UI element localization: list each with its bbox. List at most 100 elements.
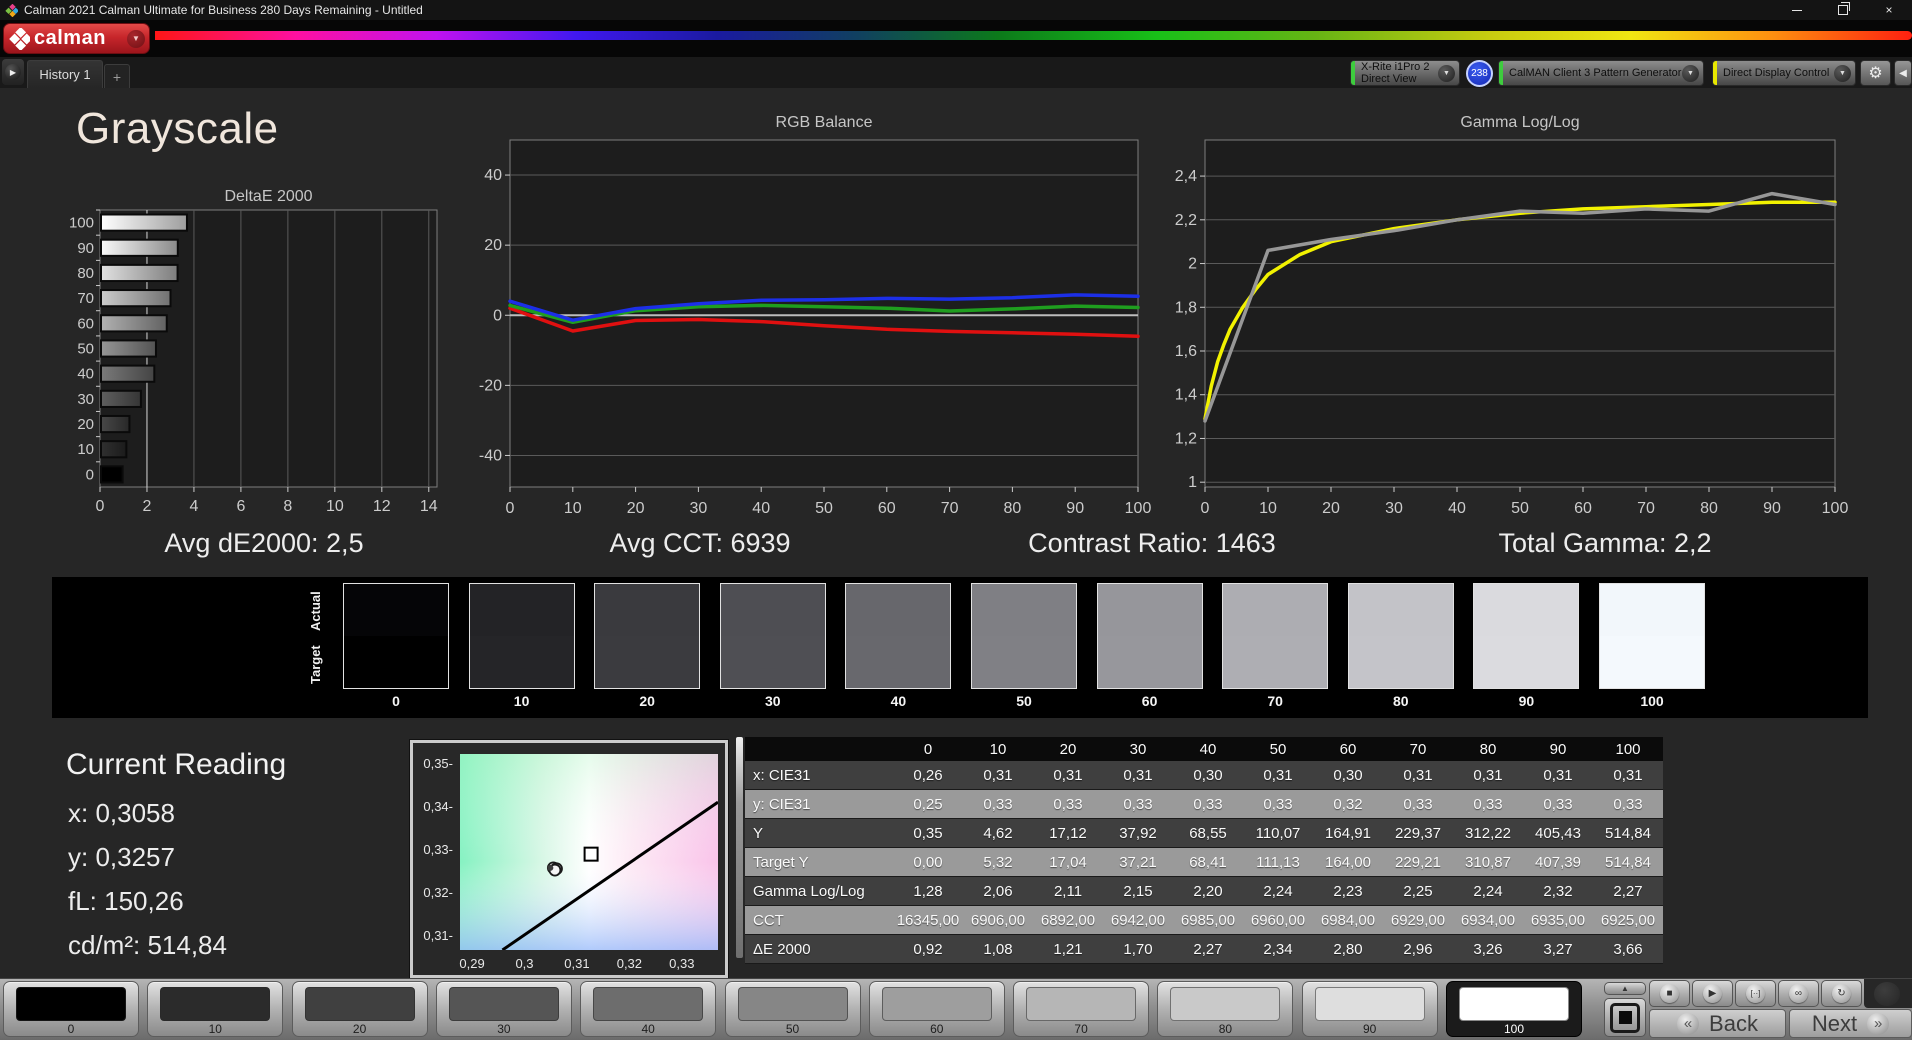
pattern-label-60: 60 <box>930 1022 944 1036</box>
swatch-70-actual <box>1223 584 1328 636</box>
swatch-70-target <box>1223 636 1328 688</box>
chevron-down-icon: ▼ <box>1443 69 1450 77</box>
table-scrollbar[interactable] <box>736 737 743 958</box>
pattern-control-bar: 0 10 20 30 40 50 60 70 80 90 100 ▲ ■ ▶ [… <box>0 978 1912 1040</box>
source-select-button[interactable]: CalMAN Client 3 Pattern Generator ▼ <box>1498 60 1704 86</box>
next-button[interactable]: Next » <box>1789 1009 1912 1038</box>
target-row-label: Target <box>308 645 323 685</box>
page-title: Grayscale <box>76 104 279 153</box>
swatch-40-actual <box>846 584 951 636</box>
swatch-30-target <box>720 636 825 688</box>
row-label: Gamma Log/Log <box>745 876 893 906</box>
pattern-button-50[interactable]: 50 <box>724 981 861 1037</box>
deltae-bar-20 <box>100 414 131 434</box>
pattern-swatch-50 <box>737 987 848 1021</box>
pattern-window-button[interactable] <box>1604 998 1646 1037</box>
rgb_balance-ytick: -20 <box>479 377 502 394</box>
rgb_balance-ytick: 0 <box>493 307 502 324</box>
close-button[interactable]: × <box>1866 0 1912 20</box>
deltae-bar-10 <box>100 440 128 459</box>
stop-button[interactable]: ■ <box>1649 980 1690 1007</box>
pattern-button-100[interactable]: 100 <box>1446 981 1582 1037</box>
pattern-swatch-70 <box>1026 987 1137 1021</box>
pattern-button-70[interactable]: 70 <box>1013 981 1150 1037</box>
gamma-ytick: 2,4 <box>1175 168 1197 185</box>
tab-history-1[interactable]: History 1 <box>27 60 103 88</box>
tab-bar: ▶ History 1 + X-Rite i1Pro 2 Direct View… <box>0 57 1912 88</box>
pattern-scroll-up-button[interactable]: ▲ <box>1604 982 1646 995</box>
pattern-button-60[interactable]: 60 <box>868 981 1005 1037</box>
swatch-label-0: 0 <box>392 693 400 709</box>
deltae-xtick: 4 <box>189 498 198 515</box>
refresh-button[interactable]: ↻ <box>1821 980 1862 1007</box>
table-cell: 2,80 <box>1313 934 1383 964</box>
pattern-button-0[interactable]: 0 <box>3 981 139 1037</box>
refresh-icon: ↻ <box>1837 988 1846 999</box>
deltae-bar-70 <box>100 289 172 308</box>
swatch-50 <box>971 583 1077 689</box>
gamma-xtick: 40 <box>1448 500 1466 517</box>
swatch-10-target <box>469 636 574 688</box>
table-cell: 2,25 <box>1383 876 1453 906</box>
pattern-button-80[interactable]: 80 <box>1157 981 1294 1037</box>
minimize-button[interactable] <box>1774 0 1820 20</box>
pattern-button-10[interactable]: 10 <box>147 981 284 1037</box>
cie-ytick: 0,31- <box>423 927 453 943</box>
swatch-0 <box>343 583 449 689</box>
table-cell: 0,26 <box>893 761 963 790</box>
table-row: Target Y 0,00 5,32 17,04 37,21 68,41 111,13 164… <box>745 847 1663 877</box>
table-cell: 0,31 <box>1593 761 1663 790</box>
calman-menu-button[interactable]: calman ▼ <box>3 23 150 54</box>
table-cell: 6960,00 <box>1243 905 1313 935</box>
deltae-ytick: 50 <box>77 341 94 358</box>
deltae-xtick: 12 <box>373 498 391 515</box>
table-col-header: 70 <box>1383 737 1453 761</box>
display-control-button[interactable]: Direct Display Control ▼ <box>1712 60 1856 86</box>
window-pattern-button[interactable]: [··] <box>1735 980 1776 1007</box>
deltae-bar-0 <box>100 465 124 484</box>
collapse-panel-button[interactable]: ◀ <box>1894 60 1912 86</box>
table-cell: 2,20 <box>1173 876 1243 906</box>
swatch-20 <box>594 583 701 689</box>
logo-bar: calman ▼ <box>0 20 1912 57</box>
table-cell: 0,92 <box>893 934 963 964</box>
arrow-up-icon: ▲ <box>1621 984 1629 993</box>
gamma-ytick: 1,8 <box>1175 299 1197 316</box>
arrow-right-icon: ▶ <box>9 67 17 77</box>
pattern-button-30[interactable]: 30 <box>435 981 572 1037</box>
pattern-button-90[interactable]: 90 <box>1301 981 1438 1037</box>
table-cell: 3,27 <box>1523 934 1593 964</box>
swatch-20-actual <box>595 584 700 636</box>
meter-status-stripe <box>1351 61 1355 85</box>
deltae-ytick: 20 <box>77 416 94 433</box>
restore-button[interactable] <box>1820 0 1866 20</box>
continuous-button[interactable]: ∞ <box>1778 980 1819 1007</box>
settings-button[interactable]: ⚙ <box>1860 60 1891 86</box>
pattern-button-40[interactable]: 40 <box>580 981 717 1037</box>
pattern-button-20[interactable]: 20 <box>291 981 428 1037</box>
deltae-xtick: 14 <box>420 498 438 515</box>
swatch-0-target <box>344 636 448 688</box>
swatch-label-100: 100 <box>1640 693 1664 709</box>
meter-select-button[interactable]: X-Rite i1Pro 2 Direct View ▼ <box>1350 60 1460 86</box>
add-tab-button[interactable]: + <box>104 64 130 88</box>
gamma-xtick: 30 <box>1385 500 1403 517</box>
deltae-bar-80 <box>100 263 179 283</box>
history-panel-toggle[interactable]: ▶ <box>2 59 24 85</box>
meter-count-badge[interactable]: 238 <box>1466 60 1493 87</box>
table-cell: 6906,00 <box>963 905 1033 935</box>
table-cell: 0,33 <box>1383 789 1453 819</box>
back-label: Back <box>1709 1010 1758 1036</box>
swatch-30 <box>719 583 826 689</box>
table-cell: 6925,00 <box>1593 905 1663 935</box>
summary-stat-3: Total Gamma: 2,2 <box>1498 528 1712 558</box>
cie-xtick: 0,32 <box>616 956 643 971</box>
table-cell: 0,33 <box>1173 789 1243 819</box>
pattern-label-90: 90 <box>1363 1022 1377 1036</box>
pattern-label-50: 50 <box>785 1022 800 1036</box>
table-col-header <box>745 737 893 761</box>
cie-xtick: 0,31 <box>564 956 590 971</box>
play-button[interactable]: ▶ <box>1692 980 1733 1007</box>
back-button[interactable]: « Back <box>1649 1009 1786 1038</box>
deltae-bar-50 <box>100 339 157 358</box>
